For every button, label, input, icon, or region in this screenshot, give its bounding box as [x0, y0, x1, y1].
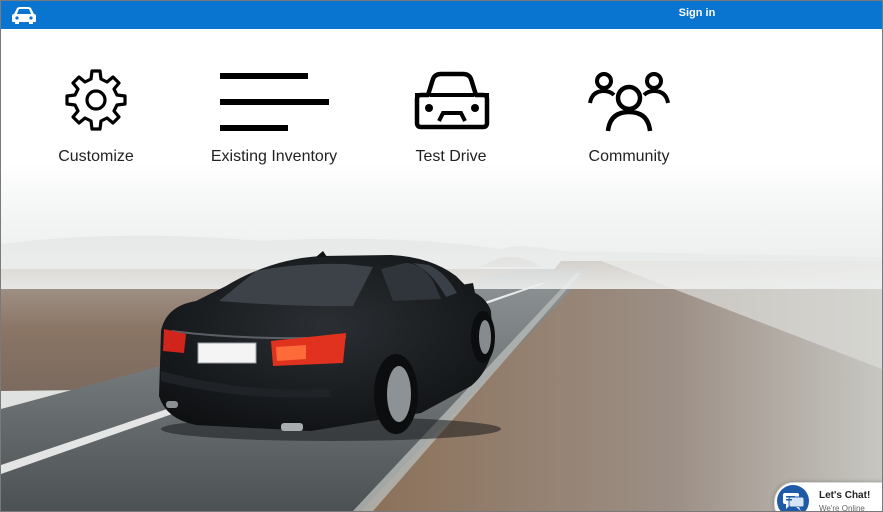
top-bar: Sign in: [1, 1, 882, 29]
chat-widget[interactable]: Let's Chat! We're Online: [774, 482, 882, 512]
chat-status: We're Online: [819, 504, 865, 512]
gear-icon: [65, 69, 127, 136]
car-logo-icon[interactable]: [10, 5, 38, 25]
page-frame: Sign in Customize Existing Inventory Tes…: [0, 0, 883, 512]
tile-customize-label: Customize: [58, 148, 134, 165]
chat-icon: [777, 485, 809, 511]
tile-test-drive[interactable]: Test Drive: [401, 29, 501, 174]
chat-title: Let's Chat!: [819, 490, 871, 501]
nav-tiles: Customize Existing Inventory Test Drive …: [1, 29, 882, 179]
tile-existing-inventory[interactable]: Existing Inventory: [199, 29, 349, 174]
car-icon: [413, 71, 491, 138]
tile-test-drive-label: Test Drive: [415, 148, 487, 165]
tile-existing-inventory-label: Existing Inventory: [210, 148, 338, 165]
people-icon: [588, 71, 670, 138]
tile-customize[interactable]: Customize: [46, 29, 146, 174]
sign-in-link[interactable]: Sign in: [661, 7, 733, 19]
list-icon: [220, 72, 330, 137]
tile-community[interactable]: Community: [579, 29, 679, 174]
tile-community-label: Community: [588, 148, 670, 165]
